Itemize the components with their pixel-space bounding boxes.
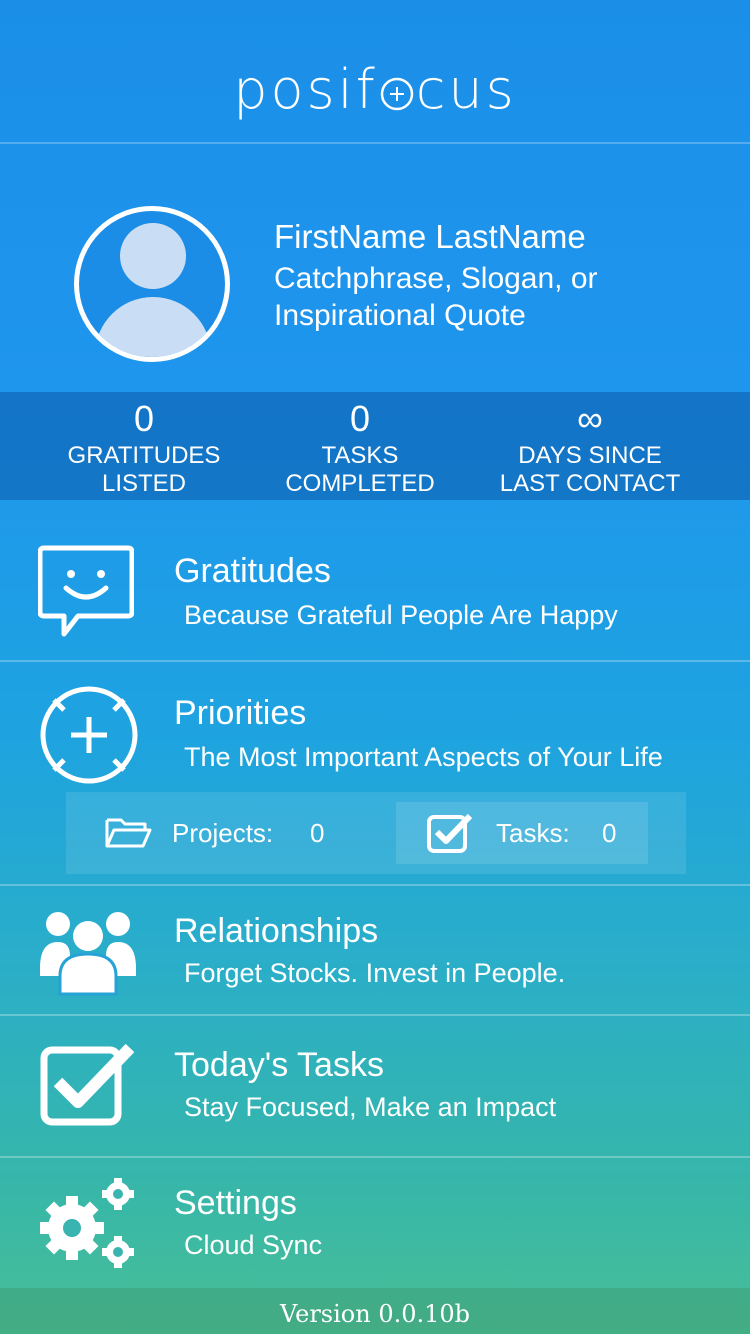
app-logo: posif cus <box>0 58 750 121</box>
menu-item-relationships[interactable]: Relationships Forget Stocks. Invest in P… <box>0 884 750 1016</box>
logo-text-post: cus <box>415 58 517 121</box>
priorities-title: Priorities <box>174 694 307 732</box>
stat-tasks-label-1: TASKS <box>321 442 399 469</box>
crosshair-plus-icon <box>38 684 140 791</box>
menu-item-gratitudes[interactable]: Gratitudes Because Grateful People Are H… <box>0 520 750 662</box>
folder-icon <box>104 814 152 857</box>
settings-subtitle: Cloud Sync <box>184 1230 323 1260</box>
menu-item-todays-tasks[interactable]: Today's Tasks Stay Focused, Make an Impa… <box>0 1014 750 1158</box>
avatar-head <box>120 223 186 289</box>
avatar-body <box>95 297 211 357</box>
stat-days-label-2: LAST CONTACT <box>499 470 681 497</box>
projects-button[interactable]: Projects: 0 <box>86 802 356 864</box>
tasks-label: Tasks: <box>496 818 570 848</box>
people-group-icon <box>40 906 136 1001</box>
logo-text-i: i <box>337 58 356 121</box>
profile-slogan[interactable]: Catchphrase, Slogan, or Inspirational Qu… <box>274 260 694 334</box>
relationships-title: Relationships <box>174 912 379 950</box>
gratitudes-title: Gratitudes <box>174 552 331 590</box>
gratitudes-subtitle: Because Grateful People Are Happy <box>184 600 618 630</box>
stat-tasks-value: 0 <box>349 398 371 439</box>
version-label: Version 0.0.10b <box>279 1300 471 1328</box>
logo-text-pre: pos <box>233 58 338 121</box>
tasks-count: 0 <box>602 818 617 848</box>
menu-item-settings[interactable]: Settings Cloud Sync <box>0 1156 750 1288</box>
priorities-subtitle: The Most Important Aspects of Your Life <box>184 742 663 772</box>
settings-title: Settings <box>174 1184 297 1222</box>
smile-chat-icon <box>37 544 135 645</box>
checkbox-icon <box>40 1042 136 1131</box>
gears-icon <box>40 1178 136 1275</box>
checkbox-small-icon <box>426 812 474 861</box>
relationships-subtitle: Forget Stocks. Invest in People. <box>184 958 566 988</box>
tasks-button[interactable]: Tasks: 0 <box>396 802 648 864</box>
profile-name[interactable]: FirstName LastName <box>274 218 586 256</box>
logo-text-f: f <box>355 58 378 121</box>
todays-tasks-subtitle: Stay Focused, Make an Impact <box>184 1092 557 1122</box>
stat-gratitudes-value: 0 <box>133 398 155 439</box>
stat-days-label-1: DAYS SINCE <box>518 442 662 469</box>
priorities-subrow: Projects: 0 Tasks: 0 <box>66 792 686 874</box>
avatar[interactable] <box>74 206 230 362</box>
stat-gratitudes: 0 GRATITUDES LISTED <box>44 392 244 498</box>
stat-gratitudes-label-1: GRATITUDES <box>67 442 221 469</box>
app-header: posif cus <box>0 0 750 144</box>
projects-label: Projects: <box>172 818 274 848</box>
projects-count: 0 <box>310 818 325 848</box>
stat-gratitudes-label-2: LISTED <box>101 470 187 497</box>
profile-section: FirstName LastName Catchphrase, Slogan, … <box>0 146 750 392</box>
stats-bar: 0 GRATITUDES LISTED 0 TASKS COMPLETED ∞ … <box>0 392 750 500</box>
todays-tasks-title: Today's Tasks <box>174 1046 384 1084</box>
stat-tasks: 0 TASKS COMPLETED <box>270 392 450 498</box>
logo-crosshair-icon <box>378 58 416 121</box>
stat-days-since-contact: ∞ DAYS SINCE LAST CONTACT <box>490 392 690 498</box>
stat-days-value: ∞ <box>577 398 603 439</box>
stat-tasks-label-2: COMPLETED <box>285 470 435 497</box>
